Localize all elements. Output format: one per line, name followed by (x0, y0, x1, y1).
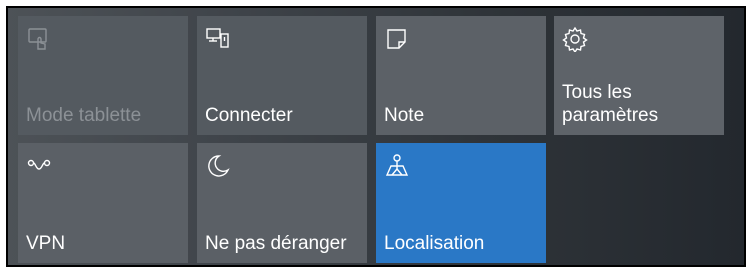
tile-label: Tous les paramètres (562, 82, 659, 126)
tile-do-not-disturb[interactable]: Ne pas déranger (197, 143, 367, 263)
quick-actions-panel: Mode tablette Connecter Note Tous les pa… (8, 8, 744, 265)
tile-tablet-mode[interactable]: Mode tablette (18, 16, 188, 135)
tile-label: Mode tablette (26, 105, 142, 126)
tile-label: Localisation (384, 233, 485, 254)
tile-vpn[interactable]: VPN (18, 143, 188, 263)
settings-gear-icon (562, 26, 588, 52)
note-icon (384, 26, 410, 52)
tile-label: Ne pas déranger (205, 233, 347, 254)
vpn-icon (26, 153, 52, 179)
moon-icon (205, 153, 231, 179)
tile-connect[interactable]: Connecter (197, 16, 367, 135)
connect-icon (205, 26, 231, 52)
tile-note[interactable]: Note (376, 16, 546, 135)
tablet-mode-icon (26, 26, 52, 52)
tile-label: VPN (26, 233, 66, 254)
location-icon (384, 153, 410, 179)
tile-label: Note (384, 105, 425, 126)
tile-label: Connecter (205, 105, 293, 126)
tile-location[interactable]: Localisation (376, 143, 546, 263)
tile-all-settings[interactable]: Tous les paramètres (554, 16, 724, 135)
action-center-frame: Mode tablette Connecter Note Tous les pa… (6, 6, 746, 267)
